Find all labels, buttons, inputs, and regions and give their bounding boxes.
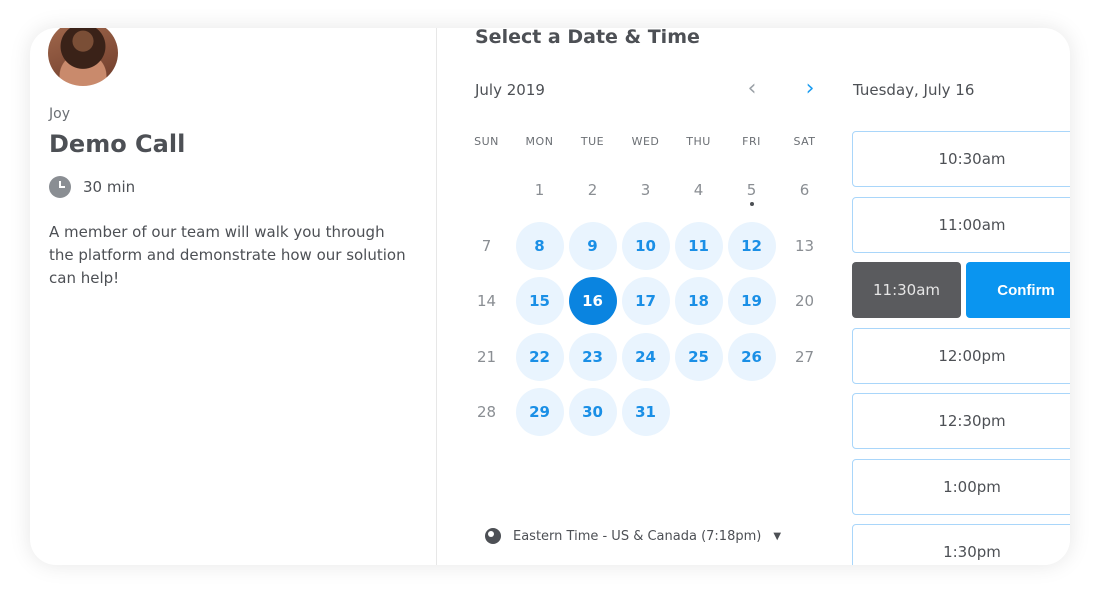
weekday-label: THU — [686, 135, 711, 148]
day-cell[interactable]: 10 — [621, 221, 670, 270]
weekday-label: TUE — [580, 135, 605, 148]
globe-icon — [485, 528, 501, 544]
day-cell[interactable]: 19 — [727, 277, 776, 325]
day-cell[interactable]: 17 — [621, 277, 670, 325]
day-cell: 28 — [476, 403, 497, 421]
day-cell[interactable]: 29 — [515, 388, 564, 436]
weekday-label: SUN — [474, 135, 499, 148]
day-cell[interactable]: 22 — [515, 332, 564, 381]
weekday-header: SUN MON TUE WED THU FRI SAT — [460, 135, 831, 148]
host-name: Joy — [49, 106, 70, 122]
weekday-label: FRI — [742, 135, 761, 148]
confirm-button[interactable]: Confirm — [966, 262, 1070, 318]
timezone-label: Eastern Time - US & Canada (7:18pm) — [513, 528, 762, 544]
weekday-label: SAT — [793, 135, 816, 148]
day-cell[interactable]: 26 — [727, 332, 776, 381]
time-slot-selected[interactable]: 11:30am — [852, 262, 961, 318]
day-cell: 4 — [693, 181, 704, 199]
time-slot[interactable]: 12:00pm — [852, 327, 1070, 384]
day-cell: 5 — [728, 166, 776, 214]
day-cell: 3 — [640, 181, 651, 199]
timezone-selector[interactable]: Eastern Time - US & Canada (7:18pm) ▼ — [485, 528, 781, 544]
event-duration: 30 min — [49, 176, 135, 198]
caret-down-icon: ▼ — [773, 530, 782, 542]
weekday-label: WED — [631, 135, 660, 148]
time-slot[interactable]: 11:00am — [852, 196, 1070, 253]
selected-date-heading: Tuesday, July 16 — [853, 81, 975, 99]
day-cell[interactable]: 11 — [674, 221, 723, 270]
time-slot[interactable]: 1:00pm — [852, 458, 1070, 515]
day-cell[interactable]: 23 — [568, 332, 617, 381]
host-avatar — [48, 28, 118, 86]
day-cell: 21 — [476, 347, 497, 366]
scheduling-card: Joy Demo Call 30 min A member of our tea… — [30, 28, 1070, 565]
day-cell: 6 — [799, 181, 810, 199]
day-cell: 14 — [476, 292, 497, 310]
time-slot[interactable]: 10:30am — [852, 131, 1070, 187]
day-cell[interactable]: 18 — [674, 277, 723, 325]
duration-label: 30 min — [83, 178, 136, 196]
day-cell[interactable]: 12 — [727, 221, 776, 270]
event-title: Demo Call — [49, 130, 186, 158]
day-cell[interactable]: 16 — [568, 277, 617, 325]
month-label: July 2019 — [475, 81, 545, 99]
day-cell: 2 — [587, 181, 598, 199]
previous-month-icon[interactable]: ‹ — [740, 78, 764, 102]
day-cell[interactable]: 30 — [568, 388, 617, 436]
next-month-icon[interactable]: › — [798, 78, 822, 102]
day-cell[interactable]: 9 — [568, 221, 617, 270]
day-cell: 13 — [794, 236, 815, 255]
day-cell: 7 — [481, 236, 492, 255]
day-cell: 27 — [794, 347, 815, 366]
day-cell: 1 — [534, 181, 545, 199]
day-cell: 20 — [794, 292, 815, 310]
time-slot[interactable]: 1:30pm — [852, 524, 1070, 565]
weekday-label: MON — [525, 135, 554, 148]
day-cell[interactable]: 24 — [621, 332, 670, 381]
day-cell[interactable]: 25 — [674, 332, 723, 381]
day-cell[interactable]: 8 — [515, 221, 564, 270]
day-cell[interactable]: 31 — [621, 388, 670, 436]
clock-icon — [49, 176, 71, 198]
time-slot[interactable]: 12:30pm — [852, 393, 1070, 449]
event-info-panel: Joy Demo Call 30 min A member of our tea… — [30, 28, 437, 565]
day-cell[interactable]: 15 — [515, 277, 564, 325]
calendar-heading: Select a Date & Time — [475, 28, 700, 48]
event-description: A member of our team will walk you throu… — [49, 223, 406, 287]
